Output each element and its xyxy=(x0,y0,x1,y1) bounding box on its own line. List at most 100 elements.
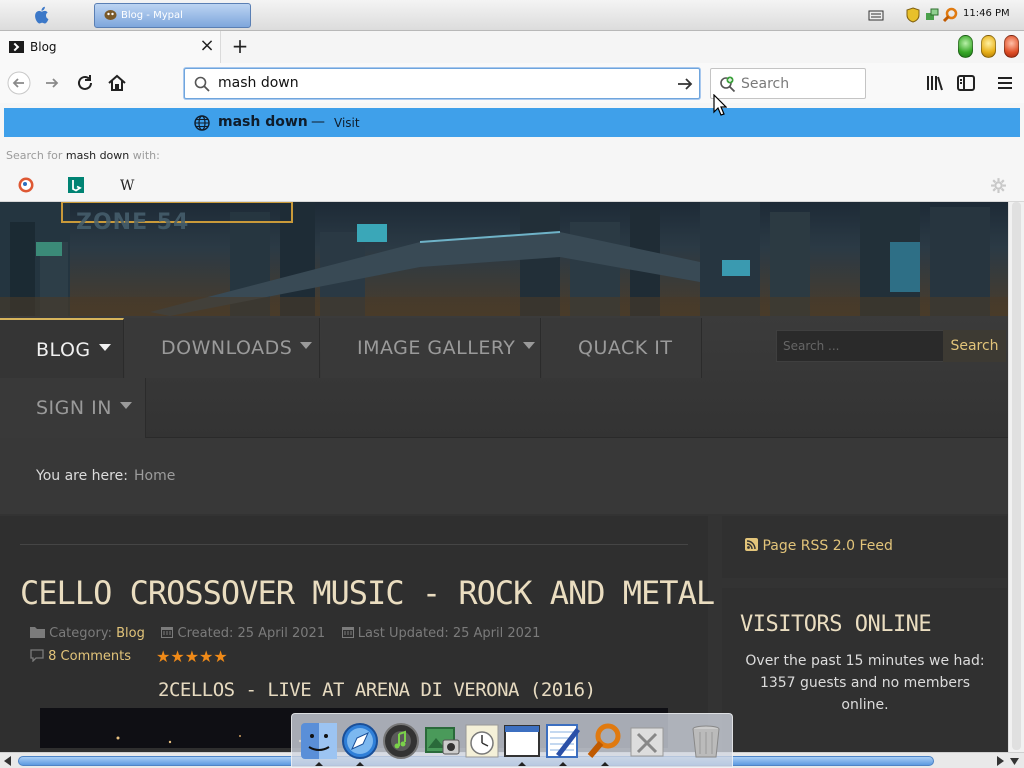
article-meta: Category: Blog Created: 25 April 2021 La… xyxy=(30,626,540,641)
calendar-icon xyxy=(161,627,174,638)
visitors-text: Over the past 15 minutes we had: 1357 gu… xyxy=(745,653,985,713)
running-indicator xyxy=(356,762,364,766)
category-label: Category: xyxy=(49,626,112,641)
wikipedia-icon[interactable]: W xyxy=(120,178,136,194)
calendar-icon xyxy=(341,627,354,638)
scroll-right-icon[interactable] xyxy=(996,756,1005,766)
visitors-module: VISITORS ONLINE Over the past 15 minutes… xyxy=(722,588,1007,752)
trash-icon[interactable] xyxy=(687,722,725,760)
forward-icon[interactable] xyxy=(41,71,65,95)
menu-item-blog[interactable]: BLOG xyxy=(0,318,124,378)
comment-icon xyxy=(30,649,44,663)
tab-blog[interactable]: Blog × xyxy=(0,31,221,63)
menu-label-signin: SIGN IN xyxy=(36,397,112,419)
home-icon[interactable] xyxy=(105,71,129,95)
running-indicator xyxy=(315,762,323,766)
bing-icon[interactable] xyxy=(68,177,84,193)
back-icon[interactable] xyxy=(7,71,31,95)
url-bar[interactable]: mash down xyxy=(184,68,700,99)
star-rating[interactable]: ★★★★★ xyxy=(156,647,228,666)
site-favicon-icon xyxy=(9,41,24,53)
search-for-prefix: Search for xyxy=(6,149,63,162)
apple-menu-icon[interactable] xyxy=(33,5,51,25)
caret-down-icon xyxy=(98,344,111,351)
vertical-scroll-track[interactable] xyxy=(1012,202,1021,750)
safari-icon[interactable] xyxy=(341,722,379,760)
article-subtitle: 2CELLOS - LIVE AT ARENA DI VERONA (2016) xyxy=(158,679,596,701)
scroll-down-icon[interactable] xyxy=(1010,756,1019,766)
system-preferences-icon[interactable] xyxy=(628,722,666,760)
caret-down-icon xyxy=(523,342,536,349)
menu-item-downloads[interactable]: DOWNLOADS xyxy=(125,318,320,378)
scroll-left-icon[interactable] xyxy=(3,756,12,766)
tab-strip: Blog × + xyxy=(0,31,1024,63)
rss-module: Page RSS 2.0 Feed xyxy=(722,516,1007,578)
zoom-window-button[interactable] xyxy=(958,35,973,58)
search-placeholder: Search xyxy=(741,76,790,92)
breadcrumb-home-link[interactable]: Home xyxy=(134,468,175,484)
sherlock-icon[interactable] xyxy=(586,722,624,760)
caret-down-icon xyxy=(300,342,313,349)
minimize-window-button[interactable] xyxy=(981,35,996,58)
vertical-scrollbar[interactable] xyxy=(1008,202,1024,752)
itunes-icon[interactable] xyxy=(382,722,420,760)
duckduckgo-icon[interactable] xyxy=(18,177,34,193)
site-search-input[interactable]: Search ... xyxy=(776,330,944,362)
site-main-menu: BLOG DOWNLOADS IMAGE GALLERY QUACK IT SI… xyxy=(0,316,1008,438)
ical-icon[interactable] xyxy=(463,722,501,760)
sidebar-icon[interactable] xyxy=(954,71,978,95)
suggestion-row-visit[interactable]: mash down — Visit xyxy=(4,108,1020,137)
running-indicator xyxy=(518,762,526,766)
site-logo[interactable]: ZONE 54 xyxy=(76,210,189,235)
folder-icon xyxy=(30,627,45,638)
suggestion-separator: — xyxy=(311,114,325,130)
taskbar-window-title: Blog - Mypal xyxy=(121,10,183,21)
spotlight-icon[interactable] xyxy=(942,7,958,23)
mypal-icon xyxy=(104,10,117,20)
menu-item-sign-in[interactable]: SIGN IN xyxy=(0,378,146,438)
search-engine-icon[interactable] xyxy=(719,75,737,93)
terminal-window-icon[interactable] xyxy=(503,722,541,760)
search-for-suffix: with: xyxy=(132,149,160,162)
article-title[interactable]: CELLO CROSSOVER MUSIC - ROCK AND METAL xyxy=(20,574,715,612)
text-edit-icon[interactable] xyxy=(544,722,582,760)
updated-date: Last Updated: 25 April 2021 xyxy=(357,626,541,641)
iphoto-icon[interactable] xyxy=(423,722,461,760)
mouse-cursor-icon xyxy=(713,94,727,116)
created-date: Created: 25 April 2021 xyxy=(177,626,326,641)
url-input-value[interactable]: mash down xyxy=(218,75,299,91)
category-link[interactable]: Blog xyxy=(116,626,145,641)
network-icon[interactable] xyxy=(924,7,940,23)
taskbar-window-button[interactable]: Blog - Mypal xyxy=(94,3,251,28)
new-tab-button[interactable]: + xyxy=(230,36,250,56)
reload-icon[interactable] xyxy=(73,71,97,95)
search-bar[interactable]: Search xyxy=(710,68,866,99)
web-page: ZONE 54 BLOG DOWNLOADS IMAGE GALLERY QUA… xyxy=(0,202,1008,752)
tab-title: Blog xyxy=(30,40,57,54)
menu-item-image-gallery[interactable]: IMAGE GALLERY xyxy=(321,318,541,378)
url-autocomplete-popup: mash down — Visit Search for mash down w… xyxy=(0,103,1024,202)
keyboard-icon[interactable] xyxy=(868,7,884,23)
library-icon[interactable] xyxy=(923,71,947,95)
rss-feed-link[interactable]: Page RSS 2.0 Feed xyxy=(745,538,893,554)
tab-close-icon[interactable]: × xyxy=(199,37,215,55)
comments-link[interactable]: 8 Comments xyxy=(30,649,131,664)
finder-icon[interactable] xyxy=(300,722,338,760)
clock[interactable]: 11:46 PM xyxy=(963,8,1010,19)
caret-down-icon xyxy=(119,402,132,409)
os-menubar: Blog - Mypal 11:46 PM xyxy=(0,0,1024,31)
search-for-label: Search for mash down with: xyxy=(6,149,160,162)
site-search-button[interactable]: Search xyxy=(943,330,1006,362)
menu-item-quack-it[interactable]: QUACK IT xyxy=(542,318,702,378)
shield-icon[interactable] xyxy=(905,7,921,23)
comments-count: 8 Comments xyxy=(48,649,132,664)
close-window-button[interactable] xyxy=(1004,35,1019,58)
gear-icon[interactable] xyxy=(990,177,1007,194)
hamburger-menu-icon[interactable] xyxy=(993,71,1017,95)
site-banner: ZONE 54 xyxy=(0,202,1008,316)
rss-label: Page RSS 2.0 Feed xyxy=(762,538,893,554)
go-arrow-icon[interactable] xyxy=(676,75,694,93)
menu-label-quack: QUACK IT xyxy=(578,337,673,359)
menu-label-blog: BLOG xyxy=(36,339,91,361)
search-for-term: mash down xyxy=(65,149,130,162)
